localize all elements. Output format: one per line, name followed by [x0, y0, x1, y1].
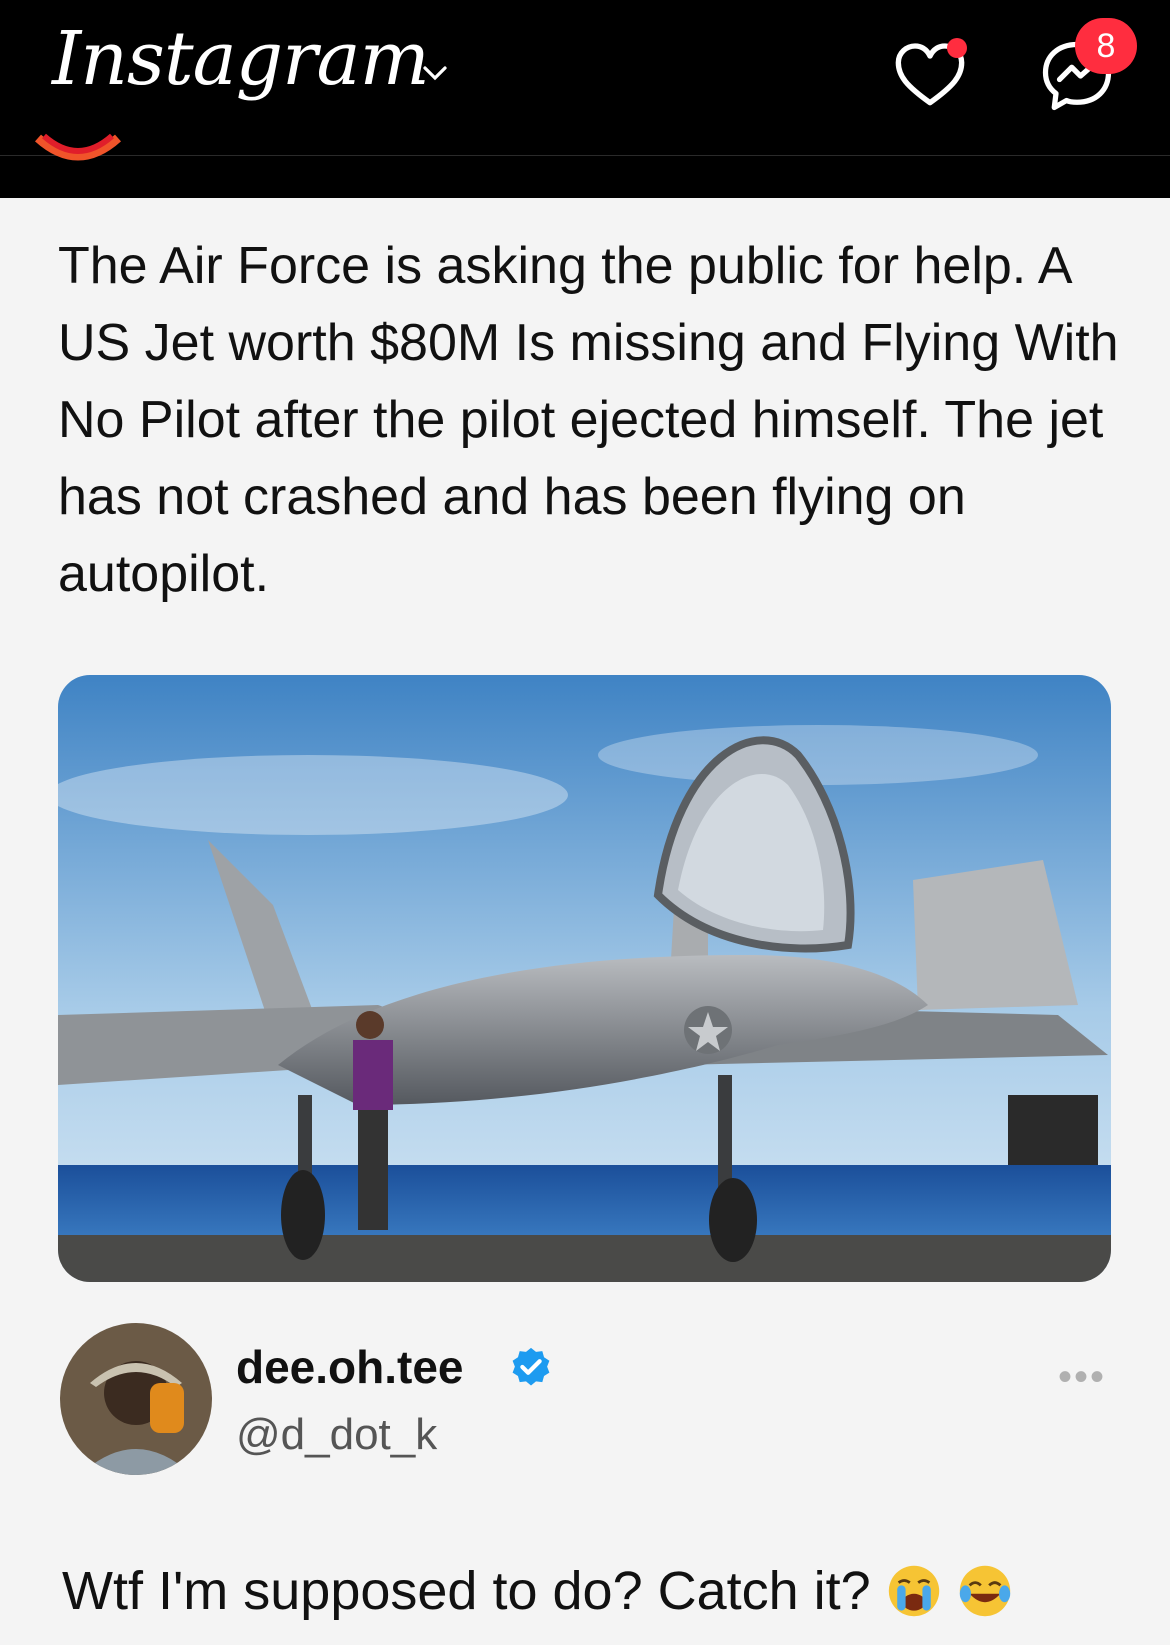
verified-badge-icon [512, 1347, 550, 1386]
loudly-crying-face-emoji-icon [888, 1565, 939, 1617]
messages-badge: 8 [1075, 18, 1137, 74]
more-options-icon[interactable]: ••• [1058, 1355, 1106, 1400]
notification-dot [947, 38, 967, 58]
chevron-down-icon[interactable] [420, 58, 450, 88]
avatar[interactable] [60, 1323, 212, 1475]
post-text: The Air Force is asking the public for h… [58, 237, 1119, 603]
reply-text-content: Wtf I'm supposed to do? Catch it? [62, 1561, 886, 1621]
author-handle[interactable]: @d_dot_k [236, 1410, 437, 1460]
reply-text: Wtf I'm supposed to do? Catch it? [62, 1560, 1013, 1622]
story-ring-icon [34, 133, 122, 161]
author-name[interactable]: dee.oh.tee [236, 1340, 464, 1394]
jet-photo [58, 675, 1111, 1282]
instagram-logo[interactable]: Instagram [52, 16, 430, 102]
tears-of-joy-emoji-icon [959, 1565, 1010, 1617]
app-header: Instagram 8 [0, 0, 1170, 155]
header-divider [0, 155, 1170, 198]
